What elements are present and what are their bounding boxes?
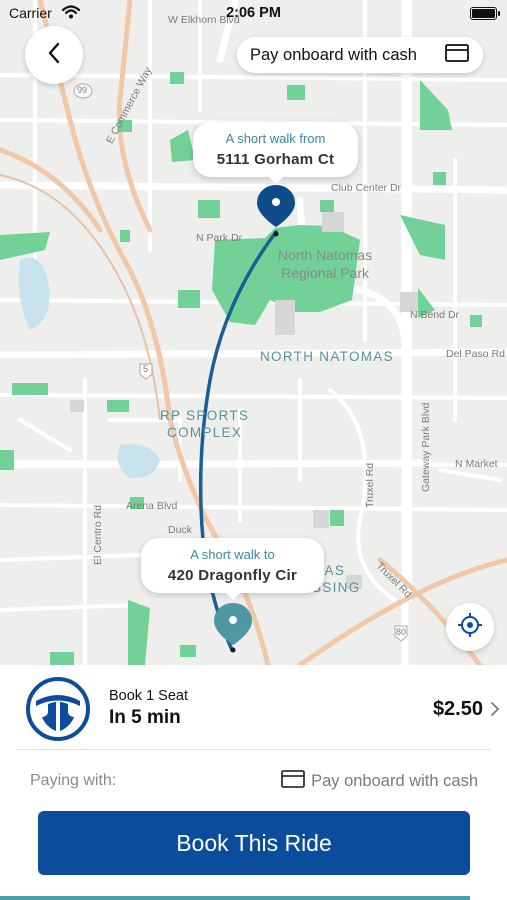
street-label: Club Center Dr bbox=[331, 182, 402, 194]
chevron-left-icon bbox=[47, 42, 61, 69]
street-label: N Market bbox=[455, 458, 498, 470]
street-label: N Park Dr bbox=[196, 232, 243, 244]
transit-logo-icon bbox=[26, 677, 90, 741]
progress-accent-bar bbox=[0, 896, 470, 900]
payment-pill-label: Pay onboard with cash bbox=[250, 45, 417, 64]
pickup-callout: A short walk from 5111 Gorham Ct bbox=[193, 122, 358, 184]
area-label: RP SPORTS COMPLEX bbox=[160, 408, 250, 440]
dropoff-pin-icon[interactable] bbox=[213, 601, 253, 662]
highway-shield-label: 5 bbox=[143, 364, 149, 374]
crosshair-icon bbox=[457, 612, 483, 643]
locate-me-button[interactable] bbox=[446, 603, 494, 651]
eta-label: In 5 min bbox=[109, 707, 181, 728]
street-label: Duck bbox=[168, 524, 192, 536]
highway-shield-label: 99 bbox=[77, 85, 88, 95]
book-ride-button[interactable]: Book This Ride bbox=[38, 811, 470, 875]
dropoff-address: 420 Dragonfly Cir bbox=[167, 567, 298, 584]
street-label: Del Paso Rd bbox=[446, 348, 505, 360]
dropoff-caption: A short walk to bbox=[190, 547, 275, 562]
street-label: El Centro Rd bbox=[92, 504, 104, 565]
price-label[interactable]: $2.50 bbox=[433, 698, 483, 721]
area-label: NORTH NATOMAS bbox=[260, 349, 394, 364]
street-label: Arena Blvd bbox=[126, 500, 178, 512]
booking-sheet: Book 1 Seat In 5 min $2.50 Paying with: … bbox=[0, 665, 507, 900]
highway-shield-label: 80 bbox=[396, 627, 407, 637]
payment-method-label: Pay onboard with cash bbox=[311, 772, 478, 790]
route-map[interactable]: W Elkhorn Blvd 99 E Commerce Way Club Ce… bbox=[0, 0, 507, 665]
battery-icon bbox=[470, 7, 500, 20]
status-time: 2:06 PM bbox=[226, 5, 281, 21]
dropoff-callout: A short walk to 420 Dragonfly Cir bbox=[141, 538, 324, 600]
pickup-address: 5111 Gorham Ct bbox=[216, 151, 335, 168]
pickup-pin-icon[interactable] bbox=[256, 183, 296, 244]
seat-count-label: Book 1 Seat bbox=[109, 688, 188, 704]
payment-method-pill[interactable]: Pay onboard with cash bbox=[237, 37, 483, 73]
street-label: Truxel Rd bbox=[364, 462, 376, 508]
divider bbox=[17, 749, 490, 750]
pickup-caption: A short walk from bbox=[225, 131, 326, 146]
credit-card-icon bbox=[445, 43, 469, 67]
park-label: North Natomas Regional Park bbox=[278, 247, 373, 281]
paying-with-label: Paying with: bbox=[30, 772, 117, 789]
chevron-right-icon[interactable] bbox=[490, 701, 500, 722]
credit-card-icon bbox=[281, 770, 305, 793]
payment-method-selector[interactable]: Pay onboard with cash bbox=[281, 770, 478, 793]
status-bar: Carrier 2:06 PM bbox=[0, 0, 507, 26]
back-button[interactable] bbox=[25, 26, 83, 84]
street-label: Gateway Park Blvd bbox=[420, 402, 432, 492]
street-label: N Bend Dr bbox=[410, 309, 460, 321]
